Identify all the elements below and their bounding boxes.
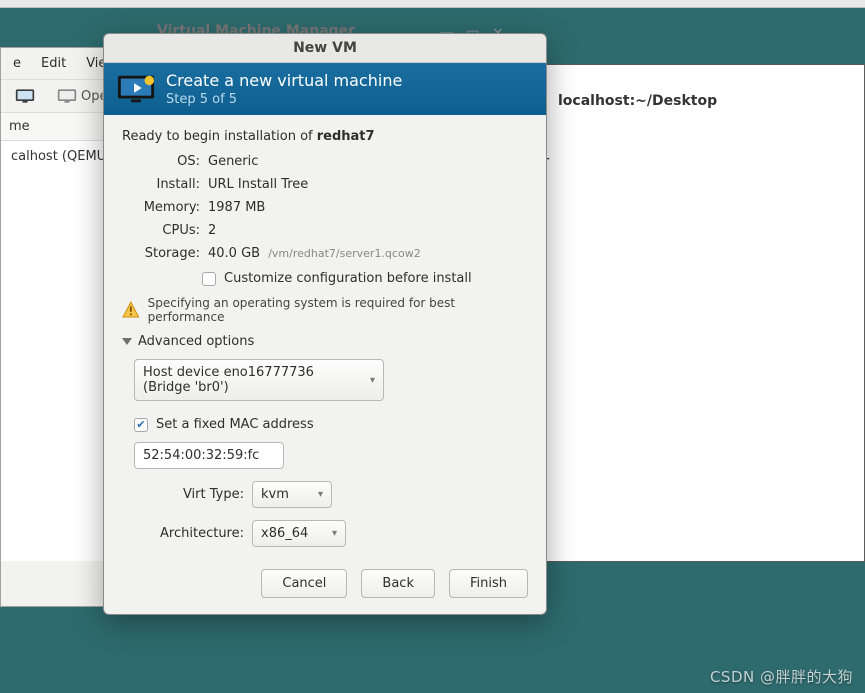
chevron-down-icon: ▾ xyxy=(332,528,337,539)
dialog-header: Create a new virtual machine Step 5 of 5 xyxy=(104,63,546,115)
vm-name: redhat7 xyxy=(317,129,375,144)
warning-row: Specifying an operating system is requir… xyxy=(122,296,528,324)
virt-type-label: Virt Type: xyxy=(134,487,244,502)
network-combo[interactable]: Host device eno16777736 (Bridge 'br0') ▾ xyxy=(134,359,384,401)
cancel-button[interactable]: Cancel xyxy=(261,569,347,598)
chevron-down-icon: ▾ xyxy=(318,489,323,500)
storage-path: /vm/redhat7/server1.qcow2 xyxy=(268,247,420,260)
cpus-label: CPUs: xyxy=(128,223,200,238)
ready-line: Ready to begin installation of redhat7 xyxy=(122,129,528,144)
mac-checkbox-row: Set a fixed MAC address xyxy=(134,417,528,432)
monitor-icon xyxy=(57,88,77,104)
desktop-top-panel xyxy=(0,0,865,8)
advanced-label: Advanced options xyxy=(138,334,254,349)
architecture-label: Architecture: xyxy=(134,526,244,541)
toolbar-new-vm-button[interactable] xyxy=(7,84,43,108)
storage-value: 40.0 GB /vm/redhat7/server1.qcow2 xyxy=(208,246,528,261)
chevron-down-icon: ▾ xyxy=(370,375,375,386)
mac-entry[interactable]: 52:54:00:32:59:fc xyxy=(134,442,284,469)
terminal-window: ge d... ger xyxy=(517,64,865,562)
back-button[interactable]: Back xyxy=(361,569,435,598)
terminal-title: localhost:~/Desktop xyxy=(558,93,717,109)
cpus-value: 2 xyxy=(208,223,528,238)
new-vm-dialog: New VM Create a new virtual machine Step… xyxy=(103,33,547,615)
monitor-icon xyxy=(15,88,35,104)
mac-label: Set a fixed MAC address xyxy=(156,417,314,432)
menu-edit[interactable]: Edit xyxy=(33,54,74,73)
menu-file[interactable]: e xyxy=(5,54,29,73)
memory-value: 1987 MB xyxy=(208,200,528,215)
advanced-expander[interactable]: Advanced options xyxy=(122,334,528,349)
warning-icon xyxy=(122,301,140,319)
dialog-title: New VM xyxy=(104,34,546,63)
virt-type-combo[interactable]: kvm ▾ xyxy=(252,481,332,508)
chevron-down-icon xyxy=(122,338,132,345)
customize-row: Customize configuration before install xyxy=(202,271,528,286)
memory-label: Memory: xyxy=(128,200,200,215)
warning-text: Specifying an operating system is requir… xyxy=(148,296,528,324)
dialog-body: Ready to begin installation of redhat7 O… xyxy=(104,115,546,557)
dialog-header-title: Create a new virtual machine xyxy=(166,71,402,90)
vm-icon xyxy=(116,73,156,105)
customize-label: Customize configuration before install xyxy=(224,271,472,286)
storage-label: Storage: xyxy=(128,246,200,261)
advanced-body: Host device eno16777736 (Bridge 'br0') ▾… xyxy=(122,359,528,547)
dialog-button-row: Cancel Back Finish xyxy=(104,557,546,614)
dialog-header-step: Step 5 of 5 xyxy=(166,92,402,107)
network-value: Host device eno16777736 (Bridge 'br0') xyxy=(143,365,362,395)
summary-grid: OS: Generic Install: URL Install Tree Me… xyxy=(128,154,528,261)
mac-checkbox[interactable] xyxy=(134,418,148,432)
os-label: OS: xyxy=(128,154,200,169)
install-label: Install: xyxy=(128,177,200,192)
architecture-combo[interactable]: x86_64 ▾ xyxy=(252,520,346,547)
terminal-output: ge d... ger xyxy=(518,65,864,180)
install-value: URL Install Tree xyxy=(208,177,528,192)
watermark: CSDN @胖胖的大狗 xyxy=(710,666,853,687)
os-value: Generic xyxy=(208,154,528,169)
finish-button[interactable]: Finish xyxy=(449,569,528,598)
customize-checkbox[interactable] xyxy=(202,272,216,286)
